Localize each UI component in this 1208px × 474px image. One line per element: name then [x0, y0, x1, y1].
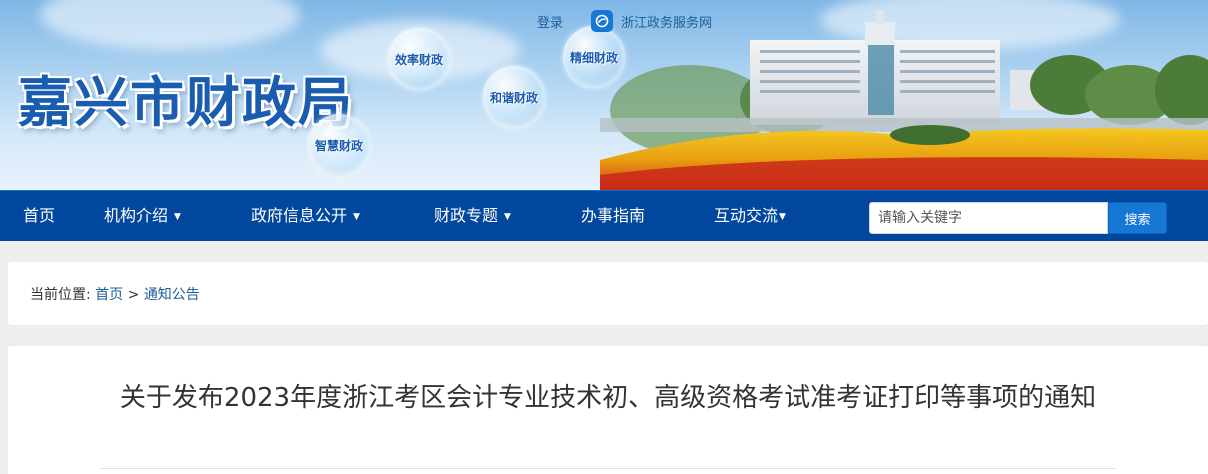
slogan-label: 效率财政 — [394, 52, 443, 67]
nav-item-label: 政府信息公开 — [251, 206, 348, 225]
site-title: 嘉兴市财政局 — [18, 71, 354, 134]
breadcrumb-current-link[interactable]: 通知公告 — [144, 287, 200, 303]
zhejiang-portal-icon[interactable] — [591, 10, 614, 32]
caret-down-icon: ▼ — [504, 211, 511, 222]
search-button[interactable]: 搜索 — [1108, 202, 1167, 234]
cloud-decoration — [40, 0, 300, 50]
slogan-bubble: 效率财政 — [388, 28, 450, 90]
breadcrumb-prefix: 当前位置: — [30, 287, 91, 303]
breadcrumb-card: 当前位置: 首页 > 通知公告 — [8, 262, 1208, 325]
article-title: 关于发布2023年度浙江考区会计专业技术初、高级资格考试准考证打印等事项的通知 — [119, 383, 1097, 413]
breadcrumb-home-link[interactable]: 首页 — [95, 287, 123, 303]
nav-item-label: 互动交流 — [714, 206, 779, 225]
login-link[interactable]: 登录 — [537, 12, 563, 31]
slogan-bubble: 和谐财政 — [483, 66, 545, 128]
caret-down-icon: ▼ — [174, 211, 181, 222]
nav-item-label: 首页 — [23, 206, 56, 225]
slogan-label: 精细财政 — [569, 50, 618, 65]
slogan-label: 智慧财政 — [314, 138, 363, 153]
search-input[interactable] — [869, 202, 1108, 234]
header-banner: 嘉兴市财政局 效率财政 精细财政 和谐财政 智慧财政 登录 浙江政务服务网 — [0, 0, 1208, 190]
top-links: 登录 浙江政务服务网 — [537, 10, 712, 32]
nav-item-info-disclosure[interactable]: 政府信息公开 ▼ — [251, 191, 360, 241]
zhejiang-portal-link[interactable]: 浙江政务服务网 — [621, 12, 712, 31]
breadcrumb: 当前位置: 首页 > 通知公告 — [30, 284, 200, 304]
nav-item-interaction[interactable]: 互动交流▼ — [714, 191, 786, 241]
nav-item-about[interactable]: 机构介绍 ▼ — [104, 191, 181, 241]
title-divider — [100, 468, 1116, 469]
nav-item-home[interactable]: 首页 — [23, 191, 55, 241]
slogan-bubble: 精细财政 — [563, 26, 625, 88]
nav-item-label: 机构介绍 — [104, 206, 169, 225]
article-card: 关于发布2023年度浙江考区会计专业技术初、高级资格考试准考证打印等事项的通知 — [8, 346, 1208, 474]
caret-down-icon: ▼ — [353, 211, 360, 222]
nav-item-guide[interactable]: 办事指南 — [581, 191, 645, 241]
nav-item-label: 办事指南 — [581, 206, 646, 225]
caret-down-icon: ▼ — [779, 211, 786, 222]
slogan-bubble: 智慧财政 — [308, 114, 370, 176]
slogan-label: 和谐财政 — [489, 90, 538, 105]
nav-item-label: 财政专题 — [434, 206, 499, 225]
nav-item-topics[interactable]: 财政专题 ▼ — [434, 191, 511, 241]
breadcrumb-separator: > — [127, 287, 140, 303]
main-nav: 首页 机构介绍▼ 政府信息公开▼ 财政专题▼ 办事指南 互动交流▼ 搜索 — [0, 190, 1208, 241]
